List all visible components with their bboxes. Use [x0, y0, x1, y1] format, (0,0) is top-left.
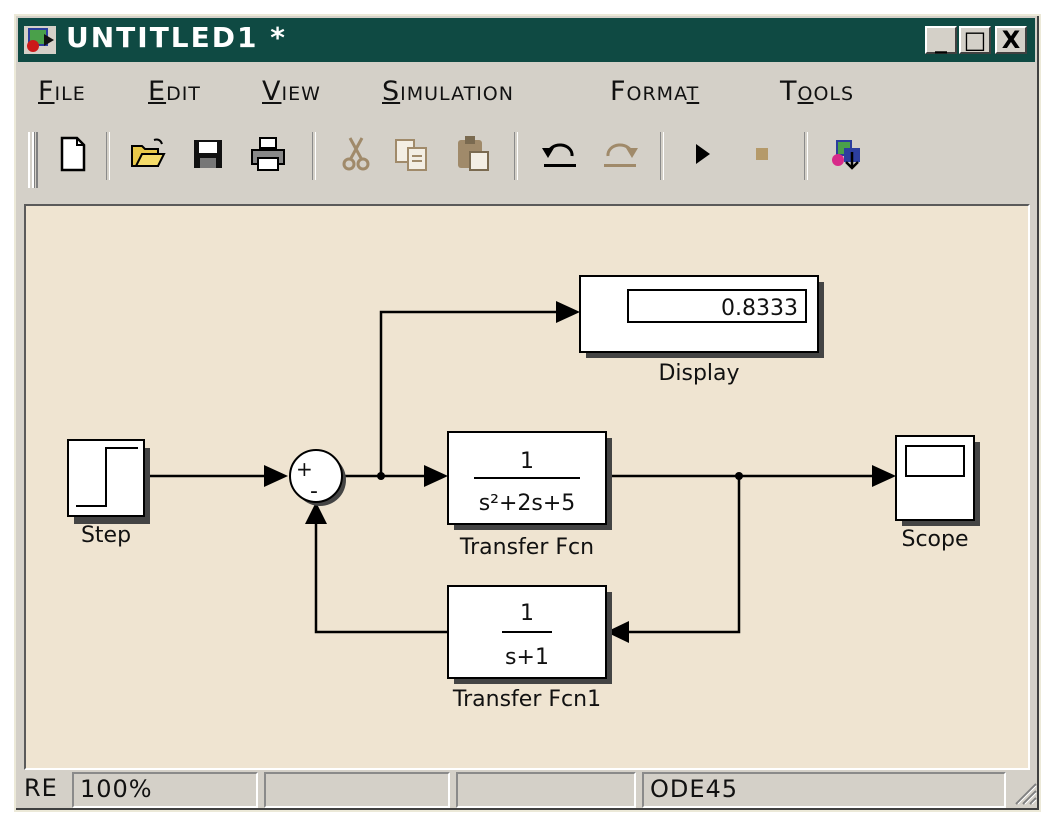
toolbar-separator — [514, 132, 518, 180]
sum-block[interactable]: + - — [289, 449, 346, 506]
display-value: 0.8333 — [721, 296, 798, 321]
sum-minus-sign: - — [310, 479, 318, 504]
step-block[interactable]: Step — [67, 439, 150, 548]
cut-icon — [336, 134, 376, 174]
maximize-button[interactable]: □ — [959, 26, 991, 54]
arrowhead-display-input — [556, 301, 580, 323]
block-diagram: Step + - 0.8333 Display 1 s²+2s+5 Transf… — [67, 275, 980, 712]
resize-grip-icon[interactable] — [1012, 780, 1038, 806]
stop-simulation-icon — [742, 134, 782, 174]
signal-feedback-to-tf1 — [621, 476, 741, 634]
branch-point — [377, 472, 385, 480]
branch-point — [735, 472, 743, 480]
menu-view[interactable]: View — [262, 76, 321, 107]
paste-icon — [452, 134, 492, 174]
open-folder-icon[interactable] — [128, 134, 168, 174]
simulink-model-window: UNTITLED1 * _ □ X File Edit View Simulat… — [14, 14, 1041, 812]
display-label: Display — [658, 361, 739, 386]
menu-file[interactable]: File — [38, 76, 86, 107]
menu-tools[interactable]: Tools — [780, 76, 854, 107]
minimize-button[interactable]: _ — [925, 26, 957, 54]
transfer-fcn-label: Transfer Fcn — [459, 535, 594, 560]
model-canvas[interactable]: Step + - 0.8333 Display 1 s²+2s+5 Transf… — [24, 204, 1030, 770]
toolbar-grip[interactable] — [28, 132, 38, 188]
undo-icon[interactable] — [540, 134, 580, 174]
redo-icon — [600, 134, 640, 174]
transfer-fcn1-numerator: 1 — [520, 601, 534, 626]
toolbar — [18, 120, 1035, 200]
menu-edit[interactable]: Edit — [148, 76, 201, 107]
simulink-app-icon — [24, 26, 56, 54]
status-bar: RE 100% ODE45 — [18, 770, 1038, 810]
transfer-fcn-numerator: 1 — [520, 449, 534, 474]
transfer-fcn-block[interactable]: 1 s²+2s+5 Transfer Fcn — [447, 431, 612, 560]
display-block[interactable]: 0.8333 Display — [579, 275, 824, 386]
status-solver: ODE45 — [642, 772, 1006, 808]
copy-icon — [392, 134, 432, 174]
sum-plus-sign: + — [296, 457, 313, 481]
menu-format[interactable]: Format — [610, 76, 699, 107]
menu-simulation[interactable]: Simulation — [382, 76, 514, 107]
step-label: Step — [81, 523, 131, 548]
arrowhead-sum-input — [264, 465, 288, 487]
menu-bar: File Edit View Simulation Format Tools — [18, 68, 1035, 118]
toolbar-separator — [660, 132, 664, 180]
signal-tf1-to-sum — [314, 524, 448, 634]
new-document-icon[interactable] — [52, 134, 92, 174]
transfer-fcn1-denominator: s+1 — [505, 645, 549, 670]
start-simulation-icon[interactable] — [682, 134, 722, 174]
title-bar[interactable]: UNTITLED1 * _ □ X — [18, 18, 1035, 62]
scope-label: Scope — [901, 527, 968, 552]
library-browser-icon[interactable] — [826, 134, 866, 174]
arrowhead-scope-input — [872, 465, 896, 487]
status-zoom: 100% — [72, 772, 258, 808]
print-icon[interactable] — [248, 134, 288, 174]
toolbar-separator — [804, 132, 808, 180]
scope-block[interactable]: Scope — [895, 435, 980, 552]
save-icon[interactable] — [188, 134, 228, 174]
transfer-fcn-denominator: s²+2s+5 — [479, 491, 576, 516]
status-state: RE — [24, 774, 58, 802]
status-pane-3 — [456, 772, 636, 808]
toolbar-separator — [106, 132, 110, 180]
window-title: UNTITLED1 * — [66, 21, 287, 54]
close-button[interactable]: X — [995, 26, 1027, 54]
toolbar-separator — [312, 132, 316, 180]
transfer-fcn1-block[interactable]: 1 s+1 Transfer Fcn1 — [447, 585, 612, 712]
transfer-fcn1-label: Transfer Fcn1 — [452, 687, 601, 712]
status-pane-2 — [264, 772, 450, 808]
arrowhead-tf-input — [424, 465, 448, 487]
